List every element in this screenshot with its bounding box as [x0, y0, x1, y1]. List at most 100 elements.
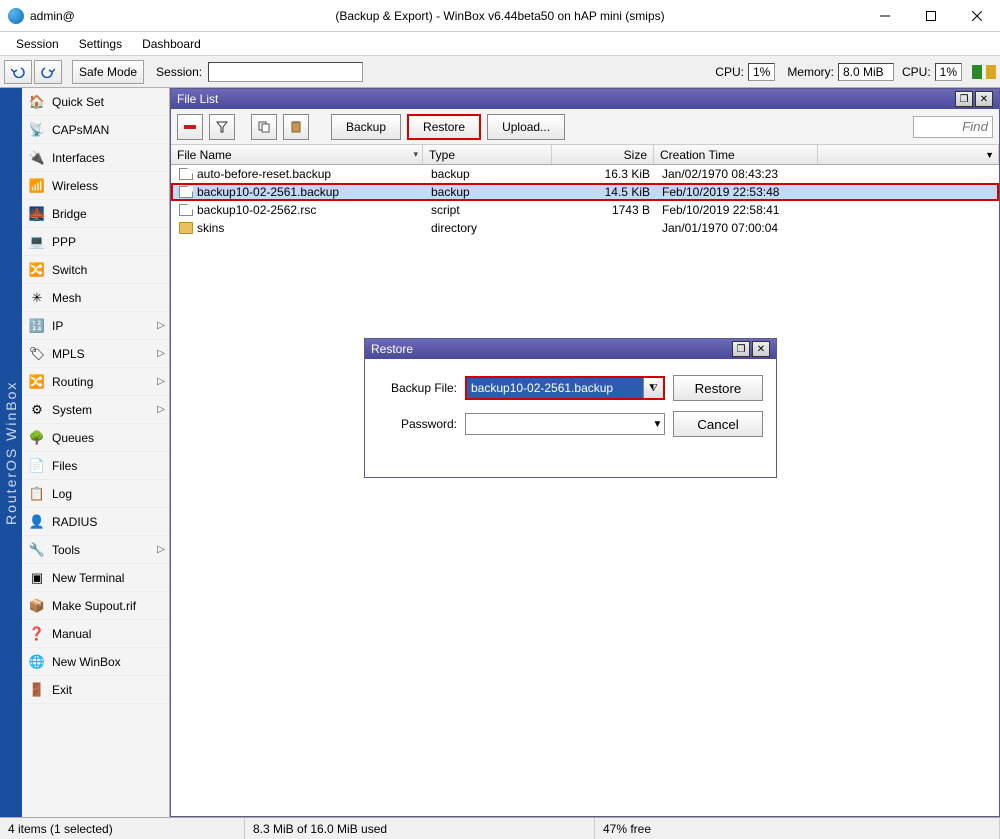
queues-icon: 🌳 — [28, 429, 46, 447]
quick-set-icon: 🏠 — [28, 93, 46, 111]
sidebar-item-new-winbox[interactable]: 🌐New WinBox — [22, 648, 169, 676]
upload-button[interactable]: Upload... — [487, 114, 565, 140]
sidebar-item-label: Switch — [52, 263, 87, 277]
password-dropdown[interactable]: ▼ — [651, 414, 664, 434]
file-row[interactable]: skinsdirectoryJan/01/1970 07:00:04 — [171, 219, 999, 237]
statusbar: 4 items (1 selected) 8.3 MiB of 16.0 MiB… — [0, 817, 1000, 839]
sidebar-item-label: CAPsMAN — [52, 123, 109, 137]
menu-dashboard[interactable]: Dashboard — [132, 34, 211, 54]
file-row[interactable]: auto-before-reset.backupbackup16.3 KiBJa… — [171, 165, 999, 183]
undo-icon — [11, 66, 25, 78]
routing-icon: 🔀 — [28, 373, 46, 391]
backup-file-combo[interactable]: ⧨ — [465, 376, 665, 400]
vertical-brand-label: RouterOS WinBox — [0, 88, 22, 817]
interfaces-icon: 🔌 — [28, 149, 46, 167]
find-input[interactable] — [913, 116, 993, 138]
restore-button[interactable]: Restore — [407, 114, 481, 140]
sidebar-item-switch[interactable]: 🔀Switch — [22, 256, 169, 284]
backup-file-dropdown[interactable]: ⧨ — [643, 378, 663, 398]
file-size: 1743 B — [554, 203, 656, 217]
window-titlebar: admin@ (Backup & Export) - WinBox v6.44b… — [0, 0, 1000, 32]
backup-button[interactable]: Backup — [331, 114, 401, 140]
file-name: backup10-02-2561.backup — [197, 185, 339, 199]
sidebar-item-bridge[interactable]: 🌉Bridge — [22, 200, 169, 228]
window-maximize-button[interactable] — [908, 0, 954, 32]
folder-icon — [179, 222, 193, 234]
paste-button[interactable] — [283, 114, 309, 140]
chevron-right-icon: ▷ — [157, 348, 165, 359]
sidebar-item-log[interactable]: 📋Log — [22, 480, 169, 508]
main-toolbar: Safe Mode Session: CPU: 1% Memory: 8.0 M… — [0, 56, 1000, 88]
sidebar-item-ip[interactable]: 🔢IP▷ — [22, 312, 169, 340]
status-free: 47% free — [595, 818, 1000, 839]
sidebar-item-label: New WinBox — [52, 655, 121, 669]
file-list-title: File List — [177, 92, 218, 106]
restore-titlebar[interactable]: Restore ❐ ✕ — [365, 339, 776, 359]
file-row[interactable]: backup10-02-2561.backupbackup14.5 KiBFeb… — [171, 183, 999, 201]
new-terminal-icon: ▣ — [28, 569, 46, 587]
chevron-right-icon: ▷ — [157, 404, 165, 415]
sidebar-item-files[interactable]: 📄Files — [22, 452, 169, 480]
safe-mode-button[interactable]: Safe Mode — [72, 60, 144, 84]
menu-session[interactable]: Session — [6, 34, 69, 54]
sidebar-item-ppp[interactable]: 💻PPP — [22, 228, 169, 256]
file-list-close-button[interactable]: ✕ — [975, 91, 993, 107]
sidebar-item-tools[interactable]: 🔧Tools▷ — [22, 536, 169, 564]
window-close-button[interactable] — [954, 0, 1000, 32]
menu-settings[interactable]: Settings — [69, 34, 132, 54]
sidebar-item-new-terminal[interactable]: ▣ New Terminal — [22, 564, 169, 592]
sidebar-item-queues[interactable]: 🌳Queues — [22, 424, 169, 452]
file-list-titlebar[interactable]: File List ❐ ✕ — [171, 89, 999, 109]
filter-button[interactable] — [209, 114, 235, 140]
window-minimize-button[interactable] — [862, 0, 908, 32]
sidebar-item-label: PPP — [52, 235, 76, 249]
sidebar-item-system[interactable]: ⚙System▷ — [22, 396, 169, 424]
sidebar-item-label: Manual — [52, 627, 91, 641]
sidebar-item-manual[interactable]: ❓Manual — [22, 620, 169, 648]
mesh-icon: ✳ — [28, 289, 46, 307]
sidebar-item-radius[interactable]: 👤RADIUS — [22, 508, 169, 536]
sidebar-item-interfaces[interactable]: 🔌Interfaces — [22, 144, 169, 172]
file-row[interactable]: backup10-02-2562.rscscript1743 BFeb/10/2… — [171, 201, 999, 219]
sidebar-item-label: New Terminal — [52, 571, 124, 585]
sidebar-item-quick-set[interactable]: 🏠Quick Set — [22, 88, 169, 116]
col-menu[interactable] — [818, 145, 999, 164]
password-label: Password: — [377, 417, 457, 431]
sidebar-item-mpls[interactable]: 🏷MPLS▷ — [22, 340, 169, 368]
password-input[interactable] — [466, 414, 651, 434]
file-name: backup10-02-2562.rsc — [197, 203, 316, 217]
sidebar-item-label: MPLS — [52, 347, 85, 361]
sidebar-item-label: Exit — [52, 683, 72, 697]
sidebar-item-mesh[interactable]: ✳ Mesh — [22, 284, 169, 312]
col-type[interactable]: Type — [423, 145, 552, 164]
col-creation-time[interactable]: Creation Time — [654, 145, 818, 164]
copy-button[interactable] — [251, 114, 277, 140]
col-filename[interactable]: File Name — [171, 145, 423, 164]
sidebar-item-label: Mesh — [52, 291, 81, 305]
dialog-cancel-button[interactable]: Cancel — [673, 411, 763, 437]
bridge-icon: 🌉 — [28, 205, 46, 223]
sidebar-item-capsman[interactable]: 📡 CAPsMAN — [22, 116, 169, 144]
sidebar-item-make-supout.rif[interactable]: 📦Make Supout.rif — [22, 592, 169, 620]
password-combo[interactable]: ▼ — [465, 413, 665, 435]
sidebar-item-label: Routing — [52, 375, 93, 389]
session-input[interactable] — [208, 62, 363, 82]
app-icon — [8, 8, 24, 24]
backup-file-input[interactable] — [467, 378, 643, 398]
cpu-label: CPU: — [715, 65, 744, 79]
file-type: backup — [425, 167, 554, 181]
redo-button[interactable] — [34, 60, 62, 84]
dialog-restore-button[interactable]: Restore — [673, 375, 763, 401]
capsman-icon: 📡 — [28, 121, 46, 139]
undo-button[interactable] — [4, 60, 32, 84]
sidebar-item-exit[interactable]: 🚪Exit — [22, 676, 169, 704]
sidebar-item-wireless[interactable]: 📶Wireless — [22, 172, 169, 200]
col-size[interactable]: Size — [552, 145, 654, 164]
restore-detach-button[interactable]: ❐ — [732, 341, 750, 357]
restore-close-button[interactable]: ✕ — [752, 341, 770, 357]
sidebar-item-routing[interactable]: 🔀Routing▷ — [22, 368, 169, 396]
remove-button[interactable] — [177, 114, 203, 140]
file-size: 16.3 KiB — [554, 167, 656, 181]
file-icon — [179, 186, 193, 198]
file-list-restore-window-button[interactable]: ❐ — [955, 91, 973, 107]
